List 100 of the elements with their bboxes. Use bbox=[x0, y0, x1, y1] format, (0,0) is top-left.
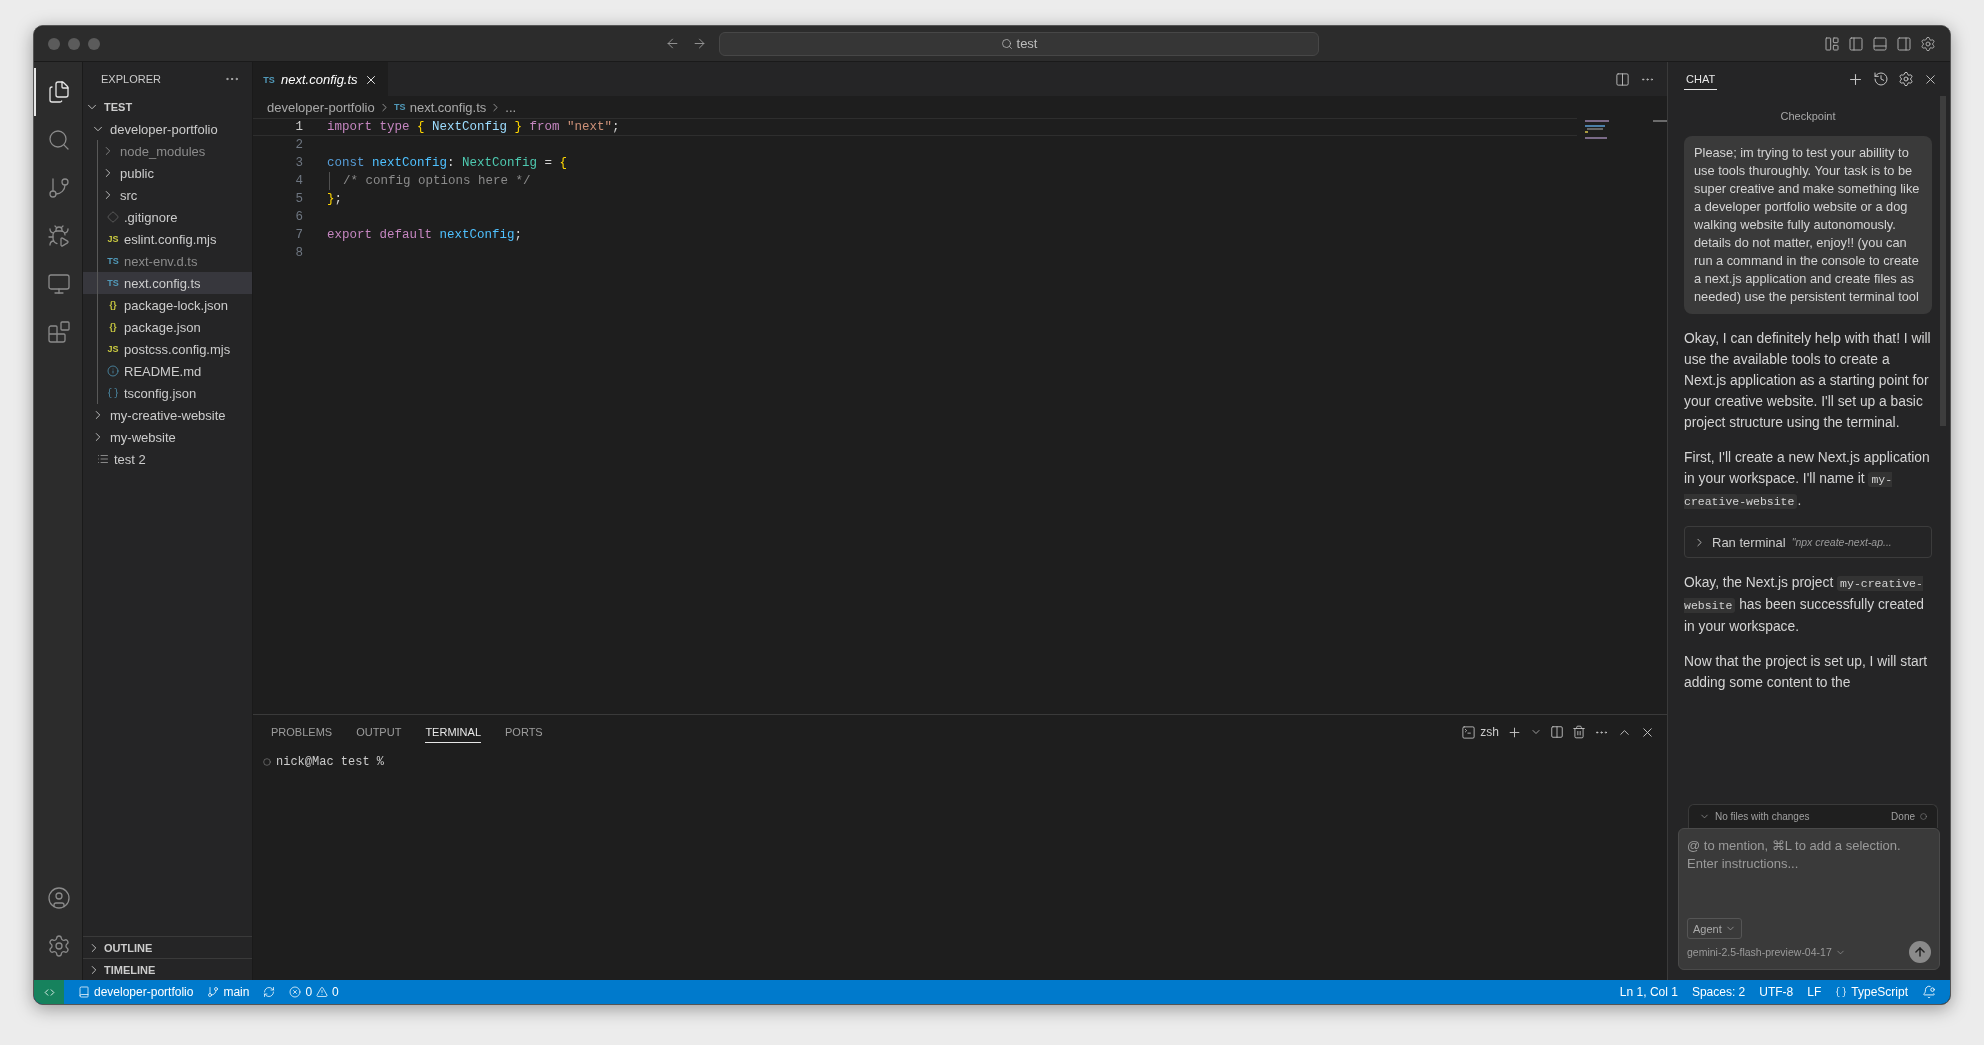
editor-tab[interactable]: TS next.config.ts bbox=[253, 62, 388, 96]
tool-call-row[interactable]: Ran terminal "npx create-next-ap... bbox=[1684, 526, 1932, 558]
mode-dropdown[interactable]: Agent bbox=[1687, 918, 1742, 939]
language-status[interactable]: TypeScript bbox=[1835, 985, 1908, 999]
model-dropdown[interactable]: gemini-2.5-flash-preview-04-17 bbox=[1687, 946, 1846, 958]
braces-icon bbox=[1835, 986, 1848, 998]
section-header[interactable]: OUTLINE bbox=[83, 936, 252, 958]
settings-icon[interactable] bbox=[1898, 71, 1914, 87]
split-editor-icon[interactable] bbox=[1615, 71, 1630, 87]
status-item[interactable]: Ln 1, Col 1 bbox=[1619, 985, 1678, 999]
extensions-icon bbox=[47, 320, 71, 344]
changes-bar[interactable]: No files with changes Done bbox=[1688, 804, 1938, 828]
done-button[interactable]: Done bbox=[1891, 811, 1915, 822]
settings-icon[interactable] bbox=[1920, 35, 1936, 52]
minimap-drawing bbox=[1585, 120, 1609, 139]
changes-label: No files with changes bbox=[1715, 811, 1810, 822]
breadcrumb[interactable]: TS next.config.ts bbox=[393, 99, 487, 115]
tree-item[interactable]: .gitignore bbox=[83, 206, 252, 228]
breadcrumb[interactable]: ... bbox=[505, 99, 517, 115]
tree-item[interactable]: node_modules bbox=[83, 140, 252, 162]
prompt-icon bbox=[263, 758, 271, 766]
user-message: Please; im trying to test your abillity to use tools thuroughly. Your task is to be super creative and make something like a developer portfolio website or a dog walking website fully autonomously. details do not matter, enjoy!! (you can run a command in the console to create a next.js application and create files as needed) use the persistent terminal tool bbox=[1684, 136, 1932, 314]
forward-icon[interactable] bbox=[692, 36, 707, 51]
tree-item[interactable]: {} package-lock.json bbox=[83, 294, 252, 316]
monitor-icon bbox=[47, 272, 71, 296]
chat-input[interactable]: @ to mention, ⌘L to add a selection. Enter instructions... bbox=[1687, 837, 1931, 918]
info-icon bbox=[107, 365, 119, 377]
line-number: 6 bbox=[294, 210, 304, 224]
sync-icon[interactable] bbox=[263, 986, 276, 998]
workspace-header[interactable]: TEST bbox=[83, 96, 252, 118]
notification-icon[interactable] bbox=[1922, 985, 1936, 999]
secondary-sidebar-icon[interactable] bbox=[1896, 35, 1912, 52]
status-item[interactable]: LF bbox=[1807, 985, 1822, 999]
new-terminal-icon[interactable] bbox=[1507, 724, 1522, 740]
tree-item[interactable]: {} package.json bbox=[83, 316, 252, 338]
line-number: 5 bbox=[294, 192, 304, 206]
terminal-selector[interactable]: zsh bbox=[1461, 724, 1499, 740]
layout-icon[interactable] bbox=[1824, 35, 1840, 52]
file-type-label: {} bbox=[108, 322, 118, 332]
tool-call-label: Ran terminal bbox=[1712, 534, 1786, 550]
status-item[interactable]: UTF-8 bbox=[1759, 985, 1794, 999]
panel-tab[interactable]: TERMINAL bbox=[425, 721, 481, 743]
line-number: 4 bbox=[294, 174, 304, 188]
panel-tab[interactable]: PORTS bbox=[505, 721, 543, 743]
settings-icon[interactable] bbox=[47, 934, 71, 958]
trash-icon[interactable] bbox=[1572, 725, 1586, 739]
tree-item[interactable]: my-website bbox=[83, 426, 252, 448]
tree-item[interactable]: my-creative-website bbox=[83, 404, 252, 426]
file-type-label: JS bbox=[107, 234, 119, 244]
code-line: const nextConfig: NextConfig = { bbox=[327, 155, 568, 171]
assistant-message: First, I'll create a new Next.js application in your workspace. I'll name it my-creative-website . bbox=[1684, 449, 1931, 511]
history-icon[interactable] bbox=[1873, 71, 1889, 87]
panel-icon[interactable] bbox=[1872, 35, 1888, 52]
file-type-label: TS bbox=[107, 256, 119, 266]
remote-button[interactable] bbox=[34, 980, 64, 1004]
back-icon[interactable] bbox=[665, 36, 680, 51]
status-item[interactable]: Spaces: 2 bbox=[1691, 985, 1746, 999]
status-item[interactable]: developer-portfolio bbox=[78, 985, 194, 999]
breadcrumb[interactable]: developer-portfolio bbox=[267, 99, 375, 115]
tree-item[interactable]: README.md bbox=[83, 360, 252, 382]
chat-input-field[interactable]: @ to mention, ⌘L to add a selection. Enter instructions... Agent gemini-2.5-flash-preview-04-17 bbox=[1678, 828, 1940, 970]
files-icon bbox=[47, 80, 71, 104]
file-type-label: TS bbox=[263, 74, 275, 85]
search-icon bbox=[47, 128, 71, 152]
panel-tab[interactable]: OUTPUT bbox=[356, 721, 402, 743]
file-type-label: {} bbox=[108, 300, 118, 310]
tree-item[interactable]: tsconfig.json bbox=[83, 382, 252, 404]
assistant-message: Okay, I can definitely help with that! I will use the available tools to create a Next.js application as a starting point for your creative website. I'll set up a basic project structure using the terminal. bbox=[1684, 330, 1932, 432]
file-type-label: TS bbox=[393, 102, 406, 112]
text-file-icon bbox=[97, 453, 109, 465]
panel-tab[interactable]: PROBLEMS bbox=[271, 721, 333, 743]
line-number: 3 bbox=[294, 156, 304, 170]
primary-sidebar-icon[interactable] bbox=[1848, 35, 1864, 52]
sidebar-title: EXPLORER bbox=[101, 73, 161, 85]
line-number: 8 bbox=[294, 246, 304, 260]
diamond-icon bbox=[107, 211, 119, 223]
account-icon[interactable] bbox=[47, 886, 71, 910]
problems-status[interactable]: 0 0 bbox=[289, 985, 339, 999]
status-item[interactable]: main bbox=[207, 985, 250, 999]
arrow-up-icon bbox=[1913, 945, 1927, 959]
line-number: 1 bbox=[294, 120, 304, 134]
split-terminal-icon[interactable] bbox=[1550, 725, 1564, 739]
tree-item[interactable]: public bbox=[83, 162, 252, 184]
tree-item[interactable]: developer-portfolio bbox=[83, 118, 252, 140]
chat-tab[interactable]: CHAT bbox=[1684, 68, 1718, 90]
send-button[interactable] bbox=[1909, 941, 1931, 963]
run-debug-icon bbox=[47, 224, 71, 248]
tree-item[interactable]: src bbox=[83, 184, 252, 206]
config-file-icon bbox=[107, 387, 119, 399]
code-line: }; bbox=[327, 191, 343, 207]
tree-item[interactable]: test 2 bbox=[83, 448, 252, 470]
tree-item[interactable]: TS next-env.d.ts bbox=[83, 250, 252, 272]
terminal-icon bbox=[1461, 724, 1477, 740]
tree-item[interactable]: TS next.config.ts bbox=[83, 272, 252, 294]
tree-item[interactable]: JS postcss.config.mjs bbox=[83, 338, 252, 360]
command-center-search[interactable]: test bbox=[719, 31, 1319, 56]
code-line: import type { NextConfig } from "next"; bbox=[327, 119, 620, 135]
line-number: 7 bbox=[294, 228, 304, 242]
tree-item[interactable]: JS eslint.config.mjs bbox=[83, 228, 252, 250]
tool-call-command: "npx create-next-ap... bbox=[1791, 536, 1892, 548]
